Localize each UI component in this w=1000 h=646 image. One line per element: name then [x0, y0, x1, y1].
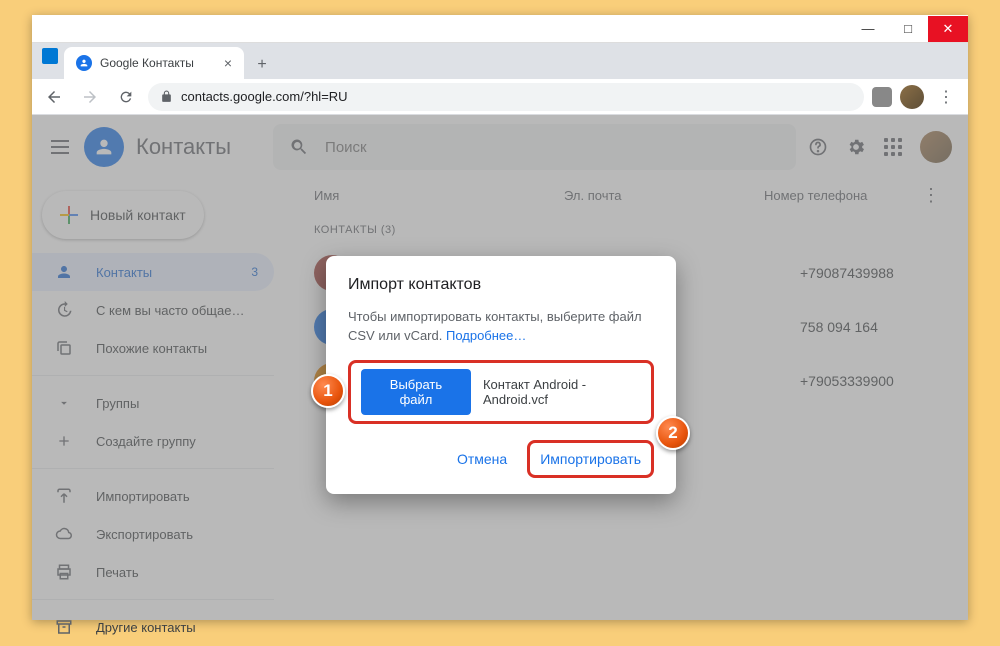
dialog-body: Чтобы импортировать контакты, выберите ф…: [348, 308, 654, 346]
new-tab-button[interactable]: +: [248, 51, 276, 79]
learn-more-link[interactable]: Подробнее…: [446, 328, 526, 343]
url-field[interactable]: contacts.google.com/?hl=RU: [148, 83, 864, 111]
window-titlebar: — □ ✕: [32, 15, 968, 43]
window-controls: — □ ✕: [848, 16, 968, 42]
pinned-tab-outlook[interactable]: [42, 48, 58, 64]
tab-title: Google Контакты: [100, 56, 194, 70]
file-select-row: Выбрать файл Контакт Android - Android.v…: [348, 360, 654, 424]
extension-icon[interactable]: [872, 87, 892, 107]
back-button[interactable]: [40, 83, 68, 111]
import-highlight: Импортировать: [527, 440, 654, 478]
reload-button[interactable]: [112, 83, 140, 111]
annotation-marker-2: 2: [656, 416, 690, 450]
maximize-button[interactable]: □: [888, 16, 928, 42]
import-button[interactable]: Импортировать: [532, 445, 649, 473]
annotation-marker-1: 1: [311, 374, 345, 408]
favicon-icon: [76, 55, 92, 71]
lock-icon: [160, 90, 173, 103]
close-button[interactable]: ✕: [928, 16, 968, 42]
profile-avatar-small[interactable]: [900, 85, 924, 109]
choose-file-button[interactable]: Выбрать файл: [361, 369, 471, 415]
dialog-title: Импорт контактов: [348, 276, 654, 294]
import-dialog: Импорт контактов Чтобы импортировать кон…: [326, 256, 676, 494]
tab-close-icon[interactable]: ×: [224, 55, 232, 71]
minimize-button[interactable]: —: [848, 16, 888, 42]
browser-menu-button[interactable]: ⋮: [932, 87, 960, 107]
cancel-button[interactable]: Отмена: [447, 443, 517, 475]
url-text: contacts.google.com/?hl=RU: [181, 89, 348, 104]
browser-tabstrip: Google Контакты × +: [32, 43, 968, 79]
forward-button[interactable]: [76, 83, 104, 111]
browser-tab-active[interactable]: Google Контакты ×: [64, 47, 244, 79]
sidebar-item-label: Другие контакты: [96, 620, 196, 635]
dialog-actions: Отмена Импортировать: [348, 440, 654, 478]
selected-filename: Контакт Android - Android.vcf: [483, 377, 641, 407]
archive-icon: [54, 618, 74, 636]
browser-address-bar: contacts.google.com/?hl=RU ⋮: [32, 79, 968, 115]
